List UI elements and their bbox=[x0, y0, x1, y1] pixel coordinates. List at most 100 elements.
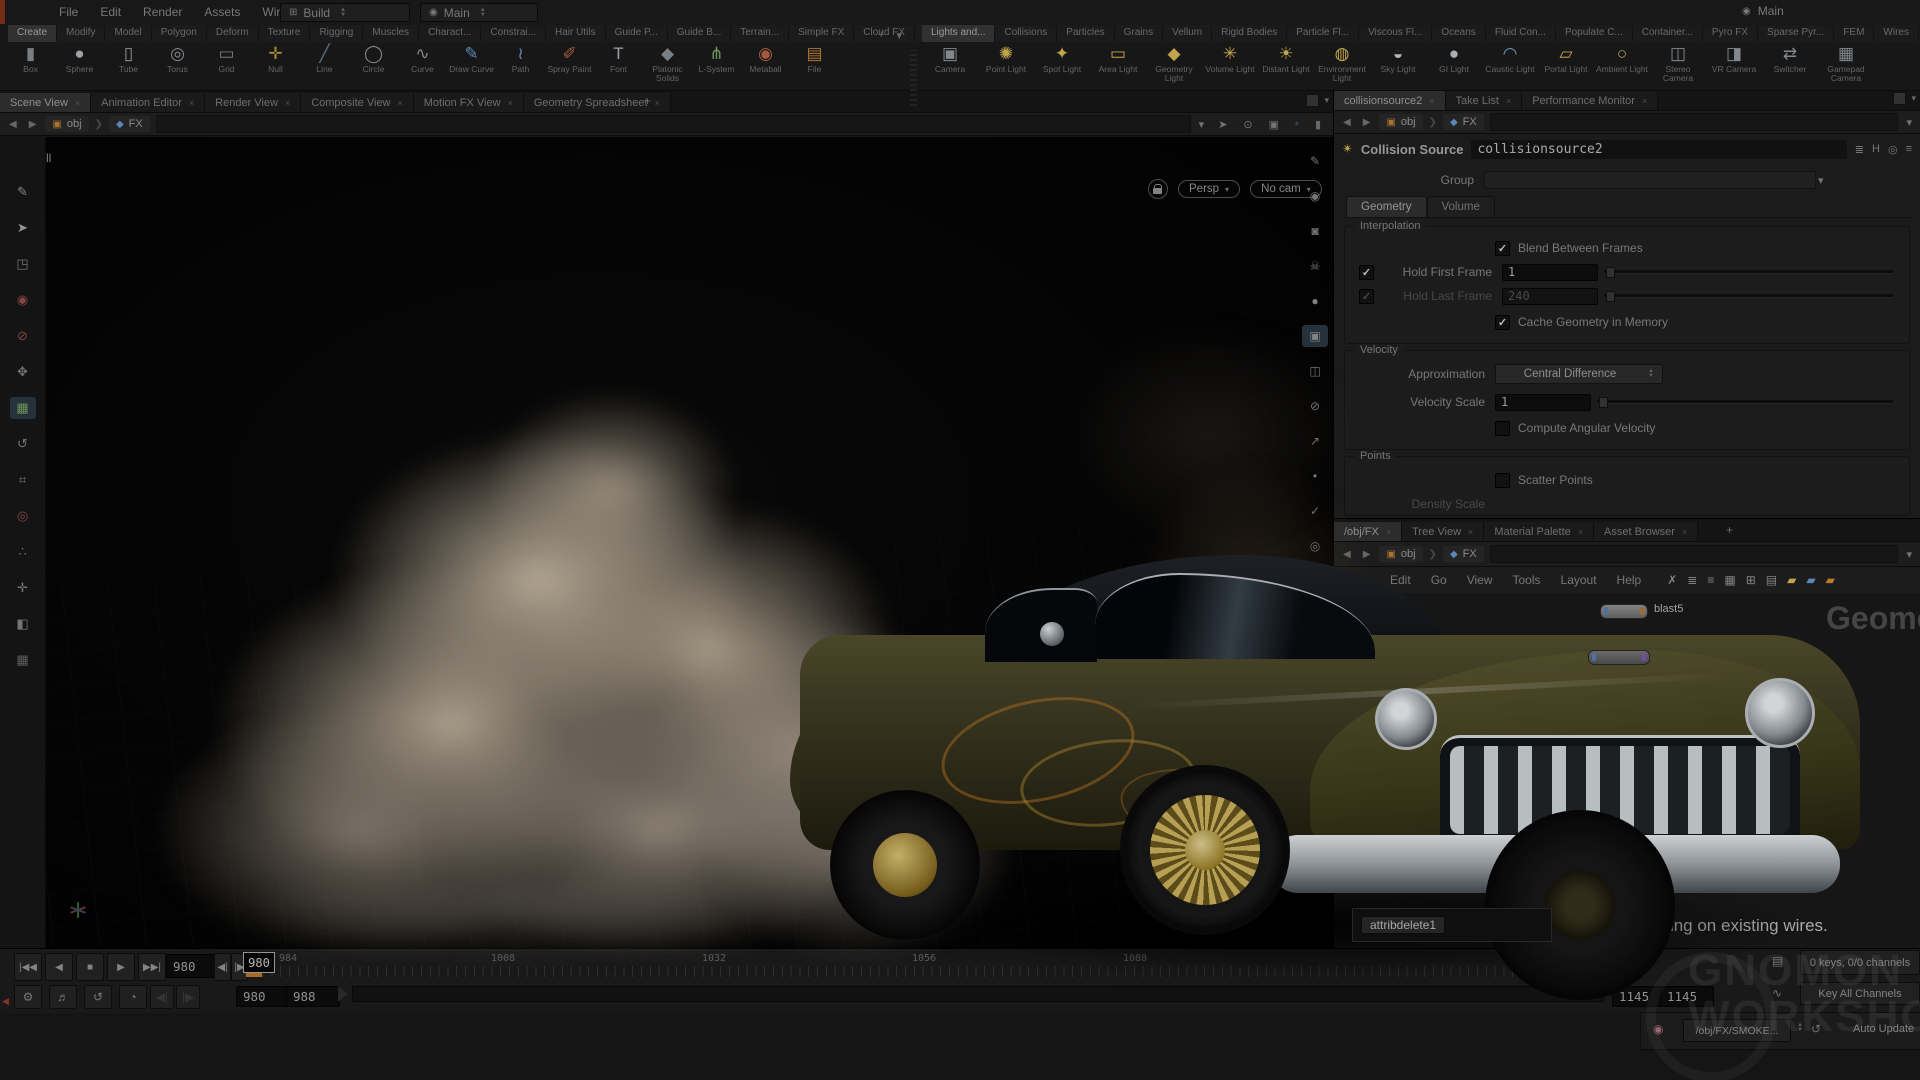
velocity-scale-slider[interactable] bbox=[1597, 400, 1893, 404]
shelf-tab[interactable]: Model bbox=[105, 25, 151, 42]
network-menu-item[interactable]: View bbox=[1457, 570, 1503, 590]
add-shelf-icon[interactable]: + bbox=[872, 27, 890, 42]
main-desktop-selector[interactable]: ◉ Main ▲▼ bbox=[420, 3, 538, 22]
shelf-tool[interactable]: ⋔ L-System bbox=[692, 44, 741, 74]
path-chip-fx[interactable]: ◆ FX bbox=[109, 116, 150, 132]
path-caret-icon[interactable]: ▾ bbox=[1197, 118, 1207, 131]
pane-maximize-icon[interactable] bbox=[1306, 94, 1319, 107]
network-toolbar-icon[interactable]: ✗ bbox=[1667, 573, 1677, 587]
toolbar-icon[interactable]: ▦ bbox=[10, 397, 36, 419]
hold-last-frame-slider[interactable] bbox=[1604, 294, 1893, 298]
global-start-input[interactable]: 980 bbox=[236, 986, 290, 1007]
shelf-tool[interactable]: ╱ Line bbox=[300, 44, 349, 74]
back-icon[interactable]: ◀ bbox=[6, 119, 20, 130]
pane-tab[interactable]: Scene View × bbox=[0, 93, 91, 112]
shelf-tool[interactable]: ✛ Null bbox=[251, 44, 300, 74]
shelf-tab[interactable]: Modify bbox=[57, 25, 105, 42]
shelf-tool[interactable]: ☀ Distant Light bbox=[1258, 44, 1314, 74]
shelf-tab[interactable]: Sparse Pyr... bbox=[1758, 25, 1834, 42]
pathbar-icon[interactable]: ▣ bbox=[1267, 118, 1281, 131]
shelf-tab[interactable]: Lights and... bbox=[922, 25, 995, 42]
display-toggle-icon[interactable]: ↗ bbox=[1302, 430, 1328, 452]
close-icon[interactable]: × bbox=[285, 98, 290, 108]
group-select-caret-icon[interactable]: ▾ bbox=[1816, 174, 1826, 187]
hold-first-frame-input[interactable]: 1 bbox=[1502, 264, 1598, 281]
toolbar-icon[interactable]: ⌗ bbox=[10, 469, 36, 491]
shelf-tool[interactable]: ◯ Circle bbox=[349, 44, 398, 74]
back-icon[interactable]: ◀ bbox=[1340, 549, 1354, 560]
close-icon[interactable]: × bbox=[1506, 96, 1511, 106]
toolbar-icon[interactable]: ✛ bbox=[10, 577, 36, 599]
network-toolbar-icon[interactable]: ▤ bbox=[1766, 573, 1777, 587]
hold-first-frame-enable-checkbox[interactable]: ✓ bbox=[1359, 265, 1374, 280]
shelf-tab[interactable]: Texture bbox=[259, 25, 311, 42]
shelf-tab[interactable]: Deform bbox=[207, 25, 259, 42]
network-toolbar-icon[interactable]: ≡ bbox=[1707, 573, 1714, 587]
network-menu-item[interactable]: Go bbox=[1421, 570, 1457, 590]
close-icon[interactable]: × bbox=[1642, 96, 1647, 106]
shelf-tool[interactable]: ▱ Portal Light bbox=[1538, 44, 1594, 74]
network-toolbar-icon[interactable]: ⊞ bbox=[1746, 573, 1756, 587]
network-toolbar-icon[interactable]: ▰ bbox=[1787, 573, 1796, 587]
compute-angular-velocity-checkbox[interactable]: ✓ bbox=[1495, 421, 1510, 436]
view-selector[interactable]: Persp ▾ bbox=[1178, 180, 1240, 198]
toolbar-icon[interactable]: ▦ bbox=[10, 649, 36, 671]
shelf-menu-caret-icon[interactable]: ▾ bbox=[890, 27, 908, 42]
shelf-tab[interactable]: Terrain... bbox=[731, 25, 789, 42]
step-back-button[interactable]: ◀| bbox=[214, 953, 231, 981]
shelf-tool[interactable]: ▦ Gamepad Camera bbox=[1818, 44, 1874, 83]
range-marker[interactable] bbox=[338, 986, 348, 1002]
pane-tab[interactable]: Motion FX View × bbox=[414, 93, 524, 112]
cache-geometry-checkbox[interactable]: ✓ bbox=[1495, 315, 1510, 330]
network-menu-item[interactable]: Help bbox=[1607, 570, 1652, 590]
node-name-field[interactable]: collisionsource2 bbox=[1471, 140, 1846, 159]
display-toggle-icon[interactable]: ✓ bbox=[1302, 500, 1328, 522]
shelf-tool[interactable]: ◨ VR Camera bbox=[1706, 44, 1762, 74]
shelf-tool[interactable]: ✐ Spray Paint bbox=[545, 44, 594, 74]
pane-menu-caret-icon[interactable]: ▾ bbox=[1911, 93, 1916, 104]
pane-tab[interactable]: Animation Editor × bbox=[91, 93, 205, 112]
shelf-tool[interactable]: T Font bbox=[594, 44, 643, 74]
network-toolbar-icon[interactable]: ▰ bbox=[1826, 573, 1835, 587]
playbar-option-button[interactable]: ◔ bbox=[119, 985, 147, 1009]
network-menu-item[interactable]: Layout bbox=[1551, 570, 1607, 590]
close-icon[interactable]: × bbox=[1682, 527, 1687, 537]
pathbar-icon[interactable]: ⊙ bbox=[1241, 118, 1254, 131]
pane-tab[interactable]: Tree View × bbox=[1402, 522, 1484, 541]
display-toggle-icon[interactable]: ⊘ bbox=[1302, 395, 1328, 417]
history-icon[interactable]: H bbox=[1872, 143, 1880, 155]
pane-menu-caret-icon[interactable]: ▾ bbox=[1324, 95, 1329, 106]
shelf-tool[interactable]: ◫ Stereo Camera bbox=[1650, 44, 1706, 83]
shelf-tab[interactable]: Muscles bbox=[363, 25, 419, 42]
close-icon[interactable]: × bbox=[1578, 527, 1583, 537]
shelf-divider-handle[interactable] bbox=[910, 50, 917, 106]
pane-tab[interactable]: Composite View × bbox=[301, 93, 414, 112]
shelf-tab[interactable]: Container... bbox=[1633, 25, 1703, 42]
forward-icon[interactable]: ▶ bbox=[1360, 549, 1374, 560]
shelf-tool[interactable]: ∿ Curve bbox=[398, 44, 447, 74]
scatter-points-checkbox[interactable]: ✓ bbox=[1495, 473, 1510, 488]
pathbar-icon[interactable]: ▮ bbox=[1313, 118, 1323, 131]
close-icon[interactable]: × bbox=[1429, 96, 1434, 106]
parm-subtab[interactable]: Volume bbox=[1427, 196, 1495, 217]
toolbar-icon[interactable]: ↺ bbox=[10, 433, 36, 455]
forward-icon[interactable]: ▶ bbox=[1360, 117, 1374, 128]
path-chip-obj[interactable]: ▣ obj bbox=[1379, 546, 1422, 562]
path-chip-obj[interactable]: ▣ obj bbox=[1379, 114, 1422, 130]
pane-tab[interactable]: collisionsource2 × bbox=[1334, 91, 1446, 110]
range-start-input[interactable]: 988 bbox=[286, 986, 340, 1007]
network-toolbar-icon[interactable]: ≣ bbox=[1687, 573, 1697, 587]
approximation-dropdown[interactable]: Central Difference ▲▼ bbox=[1495, 364, 1663, 384]
shelf-tab[interactable]: Viscous Fl... bbox=[1359, 25, 1432, 42]
network-menu-item[interactable]: Tools bbox=[1503, 570, 1551, 590]
shelf-tool[interactable]: ○ Ambient Light bbox=[1594, 44, 1650, 74]
pane-maximize-icon[interactable] bbox=[1893, 92, 1906, 105]
spinner-icon[interactable]: ▲▼ bbox=[340, 8, 346, 18]
group-input[interactable] bbox=[1484, 171, 1816, 189]
add-pane-tab-icon[interactable]: + bbox=[1726, 523, 1733, 537]
playbar-option-button[interactable]: ♬ bbox=[49, 985, 77, 1009]
shelf-tool[interactable]: ◍ Environment Light bbox=[1314, 44, 1370, 83]
menu-item[interactable]: Render bbox=[134, 2, 191, 22]
close-icon[interactable]: × bbox=[508, 98, 513, 108]
velocity-scale-input[interactable]: 1 bbox=[1495, 394, 1591, 411]
